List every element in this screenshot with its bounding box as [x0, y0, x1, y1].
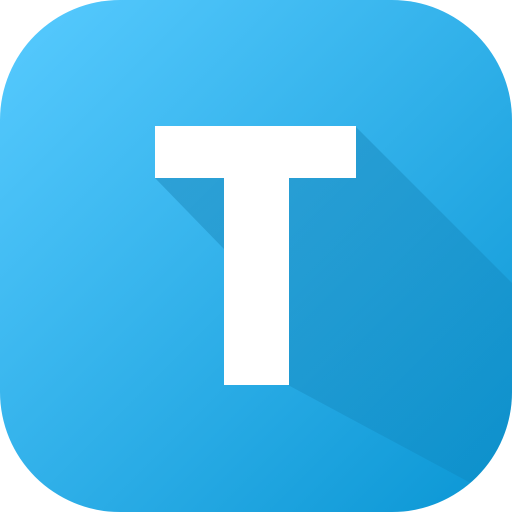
- letter-t-icon: T: [0, 0, 512, 512]
- app-icon[interactable]: T: [0, 0, 512, 512]
